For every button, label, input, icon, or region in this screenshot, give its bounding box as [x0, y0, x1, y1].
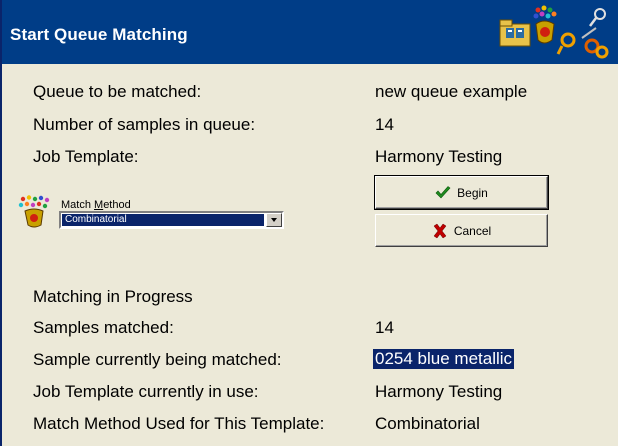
- match-method-selected: Combinatorial: [62, 214, 264, 226]
- cancel-button[interactable]: Cancel: [375, 214, 548, 247]
- samples-matched-value: 14: [375, 318, 394, 337]
- progress-heading: Matching in Progress: [33, 287, 193, 306]
- dialog-title: Start Queue Matching: [10, 25, 188, 44]
- current-sample-label: Sample currently being matched:: [33, 350, 282, 369]
- method-used-label: Match Method Used for This Template:: [33, 414, 325, 433]
- color-splash-icon: [18, 195, 50, 228]
- folder-icon: [499, 19, 531, 47]
- samples-in-queue-label: Number of samples in queue:: [33, 115, 256, 134]
- match-method-label: Match Method: [61, 199, 131, 211]
- samples-in-queue-value: 14: [375, 115, 394, 134]
- template-in-use-value: Harmony Testing: [375, 382, 503, 401]
- samples-matched-label: Samples matched:: [33, 318, 174, 337]
- checkmark-icon: [435, 185, 451, 198]
- queue-label: Queue to be matched:: [33, 82, 202, 101]
- cancel-label: Cancel: [453, 223, 492, 238]
- match-method-select[interactable]: Combinatorial: [59, 211, 284, 229]
- job-template-label: Job Template:: [33, 147, 139, 166]
- start-queue-matching-dialog: Start Queue Matching Queue to be matched…: [0, 0, 618, 446]
- title-bar: Start Queue Matching: [2, 0, 618, 64]
- template-in-use-label: Job Template currently in use:: [33, 382, 259, 401]
- x-icon: [433, 223, 447, 238]
- title-icons: [499, 5, 609, 59]
- job-template-value: Harmony Testing: [375, 147, 503, 166]
- current-sample-value: 0254 blue metallic: [373, 349, 515, 369]
- magnifier-icon: [556, 8, 609, 59]
- begin-button[interactable]: Begin: [374, 175, 549, 210]
- chevron-down-icon[interactable]: [266, 213, 282, 227]
- method-used-value: Combinatorial: [375, 414, 480, 433]
- begin-label: Begin: [457, 185, 488, 200]
- queue-value: new queue example: [375, 82, 528, 101]
- color-splash-icon: [533, 5, 557, 44]
